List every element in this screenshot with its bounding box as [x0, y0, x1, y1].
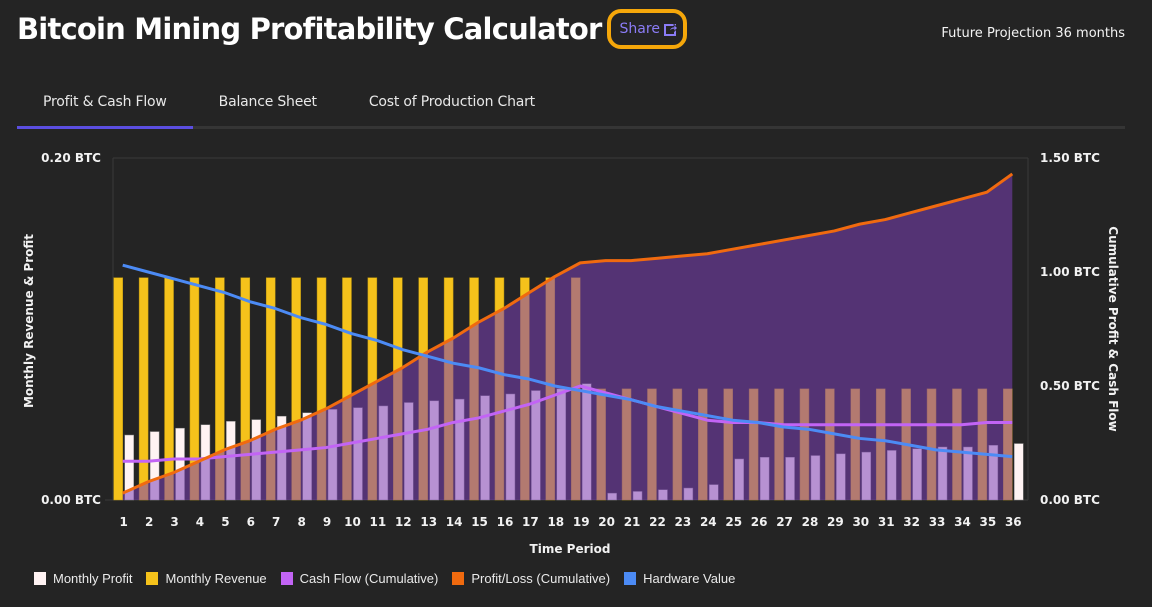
x-tick-label: 26 [751, 515, 768, 529]
x-axis-title: Time Period [530, 542, 611, 556]
legend-swatch [624, 572, 637, 585]
legend-label: Hardware Value [643, 571, 736, 586]
share-label: Share [619, 21, 660, 37]
y-right-tick-label: 1.00 BTC [1040, 265, 1100, 279]
tab-profit-cash-flow[interactable]: Profit & Cash Flow [17, 86, 193, 129]
x-tick-label: 13 [420, 515, 437, 529]
x-tick-label: 28 [802, 515, 819, 529]
projection-label: Future Projection 36 months [941, 26, 1125, 41]
x-tick-label: 11 [370, 515, 387, 529]
revenue-bar [113, 277, 123, 501]
y-left-tick-label: 0.00 BTC [41, 493, 101, 507]
share-external-icon [663, 23, 678, 36]
legend-swatch [280, 572, 293, 585]
profit-bar [1014, 443, 1024, 501]
y-right-tick-label: 1.50 BTC [1040, 151, 1100, 165]
y-right-tick-label: 0.50 BTC [1040, 379, 1100, 393]
x-tick-label: 30 [852, 515, 869, 529]
x-tick-label: 25 [725, 515, 742, 529]
x-tick-label: 5 [221, 515, 229, 529]
x-tick-label: 12 [395, 515, 412, 529]
x-tick-label: 22 [649, 515, 666, 529]
x-tick-label: 21 [624, 515, 641, 529]
header: Bitcoin Mining Profitability Calculator … [17, 9, 687, 49]
y-left-tick-label: 0.20 BTC [41, 151, 101, 165]
x-tick-label: 27 [776, 515, 793, 529]
profit-cash-flow-chart: 0.20 BTC 0.00 BTC 0.00 BTC 0.50 BTC 1.00 BTC… [22, 151, 1120, 556]
legend-item-monthly-profit[interactable]: Monthly Profit [34, 571, 132, 586]
legend-swatch [34, 572, 46, 585]
x-tick-label: 17 [522, 515, 539, 529]
tab-bar: Profit & Cash Flow Balance Sheet Cost of… [17, 86, 1125, 129]
profit-loss-area [122, 173, 1013, 500]
legend-label: Cash Flow (Cumulative) [299, 571, 439, 586]
legend-item-cash-flow[interactable]: Cash Flow (Cumulative) [280, 571, 439, 586]
x-tick-label: 14 [446, 515, 463, 529]
legend-swatch [452, 572, 465, 585]
x-tick-label: 20 [598, 515, 615, 529]
page-title: Bitcoin Mining Profitability Calculator [17, 12, 602, 46]
legend-item-profit-loss[interactable]: Profit/Loss (Cumulative) [452, 571, 610, 586]
x-tick-label: 24 [700, 515, 717, 529]
legend-label: Monthly Revenue [165, 571, 267, 586]
x-tick-label: 23 [675, 515, 692, 529]
x-tick-label: 16 [497, 515, 514, 529]
x-tick-label: 31 [878, 515, 895, 529]
chart-legend: Monthly Profit Monthly Revenue Cash Flow… [34, 571, 735, 586]
x-tick-label: 18 [547, 515, 564, 529]
share-button[interactable]: Share [606, 9, 687, 49]
x-tick-label: 29 [827, 515, 844, 529]
x-tick-label: 35 [980, 515, 997, 529]
revenue-bar [164, 277, 174, 501]
x-tick-label: 9 [323, 515, 331, 529]
y-right-axis-title: Cumulative Profit & Cash Flow [1106, 226, 1120, 431]
legend-item-hardware-value[interactable]: Hardware Value [624, 571, 735, 586]
tab-balance-sheet[interactable]: Balance Sheet [193, 86, 343, 126]
legend-label: Monthly Profit [53, 571, 133, 586]
x-tick-label: 2 [145, 515, 153, 529]
tab-cost-of-production-chart[interactable]: Cost of Production Chart [343, 86, 561, 126]
x-tick-label: 36 [1005, 515, 1022, 529]
x-tick-label: 3 [170, 515, 178, 529]
y-right-tick-label: 0.00 BTC [1040, 493, 1100, 507]
y-left-axis-title: Monthly Revenue & Profit [22, 234, 36, 408]
legend-label: Profit/Loss (Cumulative) [471, 571, 611, 586]
x-tick-label: 4 [196, 515, 204, 529]
x-tick-label: 1 [120, 515, 128, 529]
x-tick-label: 6 [247, 515, 255, 529]
x-tick-label: 7 [272, 515, 280, 529]
x-tick-label: 19 [573, 515, 590, 529]
x-tick-label: 15 [471, 515, 488, 529]
legend-item-monthly-revenue[interactable]: Monthly Revenue [146, 571, 267, 586]
x-tick-label: 33 [929, 515, 946, 529]
x-tick-label: 34 [954, 515, 971, 529]
revenue-bar [138, 277, 149, 501]
x-tick-label: 32 [903, 515, 920, 529]
x-tick-label: 10 [344, 515, 361, 529]
x-tick-label: 8 [297, 515, 305, 529]
legend-swatch [146, 572, 159, 585]
